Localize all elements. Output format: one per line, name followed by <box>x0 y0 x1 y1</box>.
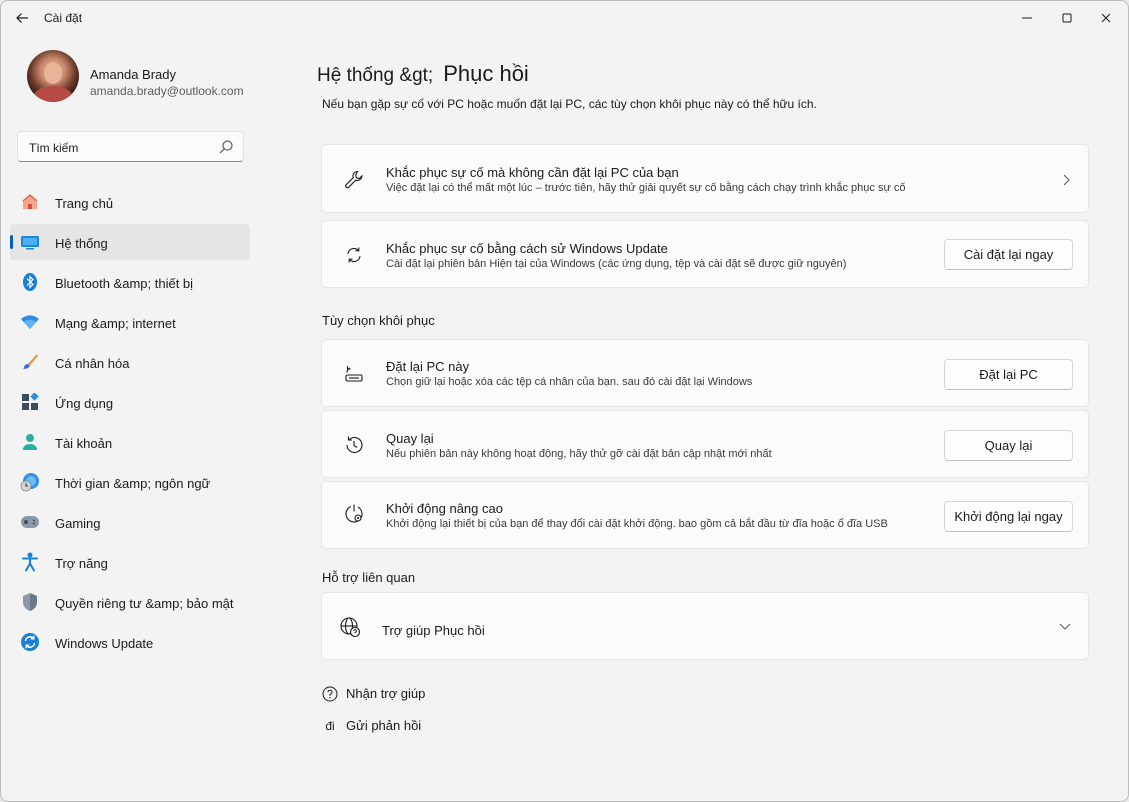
page-description: Nếu bạn gặp sự cố với PC hoặc muốn đặt l… <box>322 97 817 111</box>
windows-update-fix-card: Khắc phục sự cố bằng cách sử Windows Upd… <box>321 220 1089 288</box>
card-description: Chọn giữ lại hoặc xóa các tệp cá nhân củ… <box>386 376 753 388</box>
card-description: Cài đặt lại phiên bản Hiện tại của Windo… <box>386 258 847 270</box>
reinstall-now-button[interactable]: Cài đặt lại ngay <box>944 239 1073 270</box>
card-title: Khởi động nâng cao <box>386 501 503 516</box>
search-input[interactable]: Tìm kiếm <box>29 141 78 155</box>
account-icon <box>20 432 40 452</box>
minimize-button[interactable] <box>1007 5 1047 31</box>
apps-icon <box>20 392 40 412</box>
sidebar-nav: Trang chủ Hệ thống Bluetooth &amp; thiết… <box>10 184 250 664</box>
globe-help-icon <box>338 615 362 639</box>
reset-pc-icon <box>342 362 366 386</box>
app-title: Cài đặt <box>44 11 83 25</box>
sidebar-item-system[interactable]: Hệ thống <box>10 224 250 260</box>
go-back-button[interactable]: Quay lại <box>944 430 1073 461</box>
paintbrush-icon <box>20 352 40 372</box>
get-help-label: Nhận trợ giúp <box>346 686 426 701</box>
sidebar-item-accounts[interactable]: Tài khoản <box>10 424 250 460</box>
sidebar-item-gaming[interactable]: Gaming <box>10 504 250 540</box>
card-title: Trợ giúp Phục hồi <box>382 623 485 638</box>
sidebar-item-label: Gaming <box>55 516 101 531</box>
minimize-icon <box>1022 17 1032 19</box>
section-title-recovery-options: Tùy chọn khôi phục <box>322 313 435 328</box>
user-name: Amanda Brady <box>90 67 176 82</box>
sidebar-item-label: Trợ năng <box>55 556 108 571</box>
title-bar: Cài đặt <box>1 1 1128 35</box>
breadcrumb: Hệ thống &gt; Phục hồi <box>317 61 529 87</box>
sidebar-item-label: Bluetooth &amp; thiết bị <box>55 276 194 291</box>
search-box[interactable]: Tìm kiếm <box>17 131 244 162</box>
card-description: Việc đặt lại có thể mất một lúc – trước … <box>386 182 906 194</box>
feedback-icon: đi <box>325 719 335 733</box>
chevron-right-icon <box>1063 174 1070 186</box>
sidebar-item-label: Ứng dụng <box>55 396 114 411</box>
windows-update-icon <box>20 632 40 652</box>
feedback-label: Gửi phản hồi <box>346 718 422 733</box>
shield-icon <box>20 592 40 612</box>
restart-now-button[interactable]: Khởi động lại ngay <box>944 501 1073 532</box>
bluetooth-icon <box>20 272 40 292</box>
chevron-down-icon[interactable] <box>1058 619 1072 633</box>
accessibility-icon <box>20 552 40 572</box>
page-title: Phục hồi <box>443 61 529 86</box>
close-button[interactable] <box>1086 5 1126 31</box>
advanced-startup-icon <box>342 502 366 526</box>
troubleshoot-card[interactable]: Khắc phục sự cố mà không cần đặt lại PC … <box>321 144 1089 213</box>
gamepad-icon <box>20 512 40 532</box>
sidebar-item-time-language[interactable]: Thời gian &amp; ngôn ngữ <box>10 464 250 500</box>
sidebar-item-network[interactable]: Mạng &amp; internet <box>10 304 250 340</box>
help-recovery-card[interactable]: Trợ giúp Phục hồi <box>321 592 1089 660</box>
card-title: Quay lại <box>386 431 434 446</box>
sidebar-item-privacy[interactable]: Quyền riêng tư &amp; bảo mật <box>10 584 250 620</box>
sidebar-item-label: Windows Update <box>55 636 154 651</box>
card-title: Khắc phục sự cố mà không cần đặt lại PC … <box>386 165 679 180</box>
sidebar-item-bluetooth[interactable]: Bluetooth &amp; thiết bị <box>10 264 250 300</box>
reset-pc-button[interactable]: Đặt lại PC <box>944 359 1073 390</box>
sidebar-item-label: Trang chủ <box>55 196 114 211</box>
avatar <box>27 50 79 102</box>
card-title: Đặt lại PC này <box>386 359 470 374</box>
refresh-icon <box>342 243 366 267</box>
card-description: Nếu phiên bản này không hoạt động, hãy t… <box>386 448 772 460</box>
sidebar-item-apps[interactable]: Ứng dụng <box>10 384 250 420</box>
back-button[interactable] <box>11 7 33 29</box>
sidebar-item-accessibility[interactable]: Trợ năng <box>10 544 250 580</box>
settings-window: Cài đặt Amanda Brady amanda.brady@outloo… <box>0 0 1129 802</box>
sidebar-item-label: Hệ thống <box>55 236 108 251</box>
go-back-card: Quay lại Nếu phiên bản này không hoạt độ… <box>321 410 1089 478</box>
sidebar-item-label: Mạng &amp; internet <box>55 316 176 331</box>
sidebar-item-label: Thời gian &amp; ngôn ngữ <box>55 476 211 491</box>
back-arrow-icon <box>16 13 28 23</box>
help-icon <box>322 686 338 702</box>
wrench-icon <box>342 168 366 192</box>
sidebar-item-label: Tài khoản <box>55 436 113 451</box>
user-email: amanda.brady@outlook.com <box>90 84 244 98</box>
maximize-button[interactable] <box>1047 5 1087 31</box>
sidebar-item-label: Quyền riêng tư &amp; bảo mật <box>55 596 234 611</box>
sidebar-item-windows-update[interactable]: Windows Update <box>10 624 250 660</box>
globe-clock-icon <box>20 472 40 492</box>
active-indicator <box>10 235 13 249</box>
search-icon[interactable] <box>218 139 234 155</box>
sidebar-item-home[interactable]: Trang chủ <box>10 184 250 220</box>
reset-pc-card: Đặt lại PC này Chọn giữ lại hoặc xóa các… <box>321 339 1089 407</box>
home-icon <box>20 192 40 212</box>
wifi-icon <box>20 312 40 332</box>
advanced-startup-card: Khởi động nâng cao Khởi động lại thiết b… <box>321 481 1089 549</box>
history-icon <box>342 433 366 457</box>
maximize-icon <box>1062 13 1072 23</box>
sidebar-item-label: Cá nhân hóa <box>55 356 130 371</box>
card-description: Khởi động lại thiết bị của bạn để thay đ… <box>386 518 888 530</box>
breadcrumb-parent[interactable]: Hệ thống &gt; <box>317 65 433 86</box>
close-icon <box>1101 13 1111 23</box>
card-title: Khắc phục sự cố bằng cách sử Windows Upd… <box>386 241 668 256</box>
section-title-related-support: Hỗ trợ liên quan <box>322 570 416 585</box>
system-display-icon <box>20 232 40 252</box>
sidebar-item-personalization[interactable]: Cá nhân hóa <box>10 344 250 380</box>
